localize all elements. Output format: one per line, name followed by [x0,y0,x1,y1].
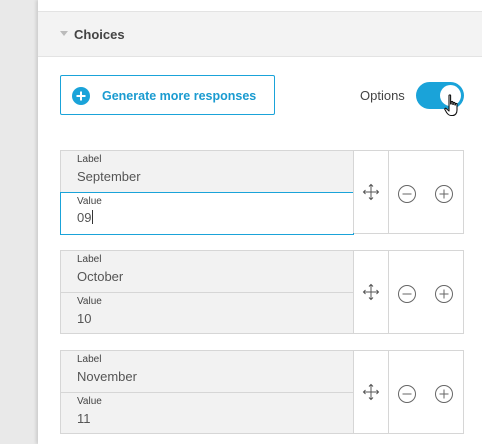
choice-actions [389,151,463,233]
remove-choice-icon[interactable] [397,284,417,304]
options-label: Options [360,88,405,103]
choice-row: Label November Value 11 [60,350,464,434]
add-choice-icon[interactable] [434,284,454,304]
drag-handle[interactable] [353,151,389,233]
choice-row: Label September Value 09 [60,150,464,235]
label-field[interactable]: Label November [61,351,353,393]
drag-handle[interactable] [353,351,389,433]
add-circle-icon [72,87,90,105]
choices-panel: Choices Generate more responses Options … [38,0,482,444]
label-caption: Label [77,354,102,365]
text-caret [92,210,94,224]
label-caption: Label [77,154,102,165]
choice-actions [389,351,463,433]
value-caption: Value [77,296,102,307]
value-field[interactable]: Value 11 [61,393,353,435]
label-value: October [77,269,124,284]
value-text: 11 [77,411,91,426]
drag-handle[interactable] [353,251,389,333]
value-caption: Value [77,196,102,207]
generate-button-label: Generate more responses [102,89,257,103]
move-icon [362,183,380,201]
section-title: Choices [74,27,125,42]
choice-row: Label October Value 10 [60,250,464,334]
collapse-caret-icon[interactable] [60,31,68,36]
label-value: November [77,369,137,384]
hand-pointer-cursor-icon [444,94,458,117]
value-field[interactable]: Value 10 [61,293,353,335]
value-text: 10 [77,311,92,326]
move-icon [362,383,380,401]
remove-choice-icon[interactable] [397,184,417,204]
add-choice-icon[interactable] [434,184,454,204]
label-caption: Label [77,254,102,265]
label-field[interactable]: Label October [61,251,353,293]
panel-top-strip [38,0,482,12]
generate-more-responses-button[interactable]: Generate more responses [60,75,275,115]
value-caption: Value [77,396,102,407]
label-value: September [77,169,141,184]
value-text: 09 [77,210,92,225]
remove-choice-icon[interactable] [397,384,417,404]
choice-actions [389,251,463,333]
value-input-text: 09 [77,210,94,225]
move-icon [362,283,380,301]
label-field[interactable]: Label September [61,151,353,193]
value-field[interactable]: Value 09 [60,192,354,235]
add-choice-icon[interactable] [434,384,454,404]
choices-section-header[interactable]: Choices [38,12,482,57]
